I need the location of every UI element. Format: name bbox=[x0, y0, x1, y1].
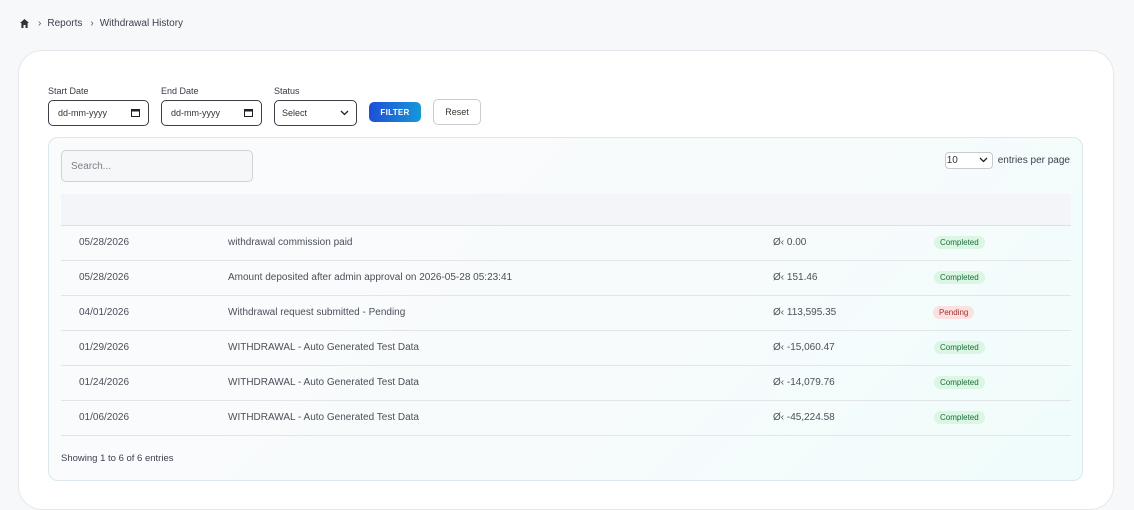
table-row[interactable]: 01/06/2026 WITHDRAWAL - Auto Generated T… bbox=[61, 401, 1071, 436]
status-badge: Completed bbox=[934, 376, 985, 389]
row-description: Amount deposited after admin approval on… bbox=[228, 272, 513, 283]
search-input[interactable]: Search... bbox=[61, 150, 253, 182]
status-select[interactable]: Select bbox=[274, 100, 357, 126]
filter-button[interactable]: FILTER bbox=[369, 102, 421, 122]
row-amount: Ø‹ 0.00 bbox=[773, 237, 807, 248]
breadcrumb: › Reports › Withdrawal History bbox=[19, 18, 183, 29]
table-footer-info: Showing 1 to 6 of 6 entries bbox=[61, 453, 174, 464]
status-badge: Completed bbox=[934, 236, 985, 249]
table-header bbox=[61, 194, 1071, 226]
chevron-down-icon bbox=[340, 108, 349, 118]
table-row[interactable]: 01/29/2026 WITHDRAWAL - Auto Generated T… bbox=[61, 331, 1071, 366]
row-description: WITHDRAWAL - Auto Generated Test Data bbox=[228, 377, 419, 388]
start-date-label: Start Date bbox=[48, 86, 89, 96]
status-badge: Pending bbox=[933, 306, 975, 319]
start-date-field: Start Date dd-mm-yyyy bbox=[48, 86, 149, 126]
row-date: 04/01/2026 bbox=[79, 307, 130, 318]
row-amount: Ø‹ 151.46 bbox=[773, 272, 818, 283]
chevron-right-icon: › bbox=[90, 18, 94, 29]
entries-select[interactable]: 10 bbox=[944, 152, 993, 169]
row-description: Withdrawal request submitted - Pending bbox=[228, 307, 406, 318]
entries-per-page: 10 entries per page bbox=[944, 152, 1070, 169]
table-row[interactable]: 01/24/2026 WITHDRAWAL - Auto Generated T… bbox=[61, 366, 1071, 401]
end-date-field: End Date dd-mm-yyyy bbox=[161, 86, 262, 126]
row-date: 05/28/2026 bbox=[79, 272, 130, 283]
table-body: 05/28/2026 withdrawal commission paid Ø‹… bbox=[61, 226, 1071, 436]
row-amount: Ø‹ 113,595.35 bbox=[773, 307, 837, 318]
row-date: 01/24/2026 bbox=[79, 377, 130, 388]
calendar-icon[interactable] bbox=[131, 108, 140, 119]
status-badge: Completed bbox=[934, 341, 985, 354]
row-amount: Ø‹ -14,079.76 bbox=[773, 377, 835, 388]
breadcrumb-item-current: Withdrawal History bbox=[99, 18, 184, 29]
row-amount: Ø‹ -15,060.47 bbox=[773, 342, 835, 353]
status-field: Status Select bbox=[274, 86, 357, 126]
status-label: Status bbox=[274, 86, 300, 96]
calendar-icon[interactable] bbox=[244, 108, 253, 119]
home-icon[interactable] bbox=[19, 18, 30, 29]
status-badge: Completed bbox=[934, 411, 985, 424]
row-description: WITHDRAWAL - Auto Generated Test Data bbox=[228, 412, 419, 423]
status-badge: Completed bbox=[934, 271, 985, 284]
end-date-input[interactable]: dd-mm-yyyy bbox=[161, 100, 262, 126]
row-date: 01/06/2026 bbox=[79, 412, 130, 423]
row-date: 01/29/2026 bbox=[79, 342, 130, 353]
reset-button[interactable]: Reset bbox=[433, 99, 481, 125]
row-description: WITHDRAWAL - Auto Generated Test Data bbox=[228, 342, 419, 353]
table-container: Search... 10 entries per page 05/28/2026… bbox=[48, 137, 1083, 481]
end-date-label: End Date bbox=[161, 86, 199, 96]
chevron-down-icon bbox=[979, 155, 988, 166]
table-row[interactable]: 04/01/2026 Withdrawal request submitted … bbox=[61, 296, 1071, 331]
row-date: 05/28/2026 bbox=[79, 237, 130, 248]
table-row[interactable]: 05/28/2026 withdrawal commission paid Ø‹… bbox=[61, 226, 1071, 261]
table-row[interactable]: 05/28/2026 Amount deposited after admin … bbox=[61, 261, 1071, 296]
row-amount: Ø‹ -45,224.58 bbox=[773, 412, 835, 423]
chevron-right-icon: › bbox=[38, 18, 42, 29]
row-description: withdrawal commission paid bbox=[228, 237, 353, 248]
breadcrumb-item-reports[interactable]: Reports bbox=[47, 18, 82, 29]
start-date-input[interactable]: dd-mm-yyyy bbox=[48, 100, 149, 126]
entries-label: entries per page bbox=[997, 155, 1070, 166]
